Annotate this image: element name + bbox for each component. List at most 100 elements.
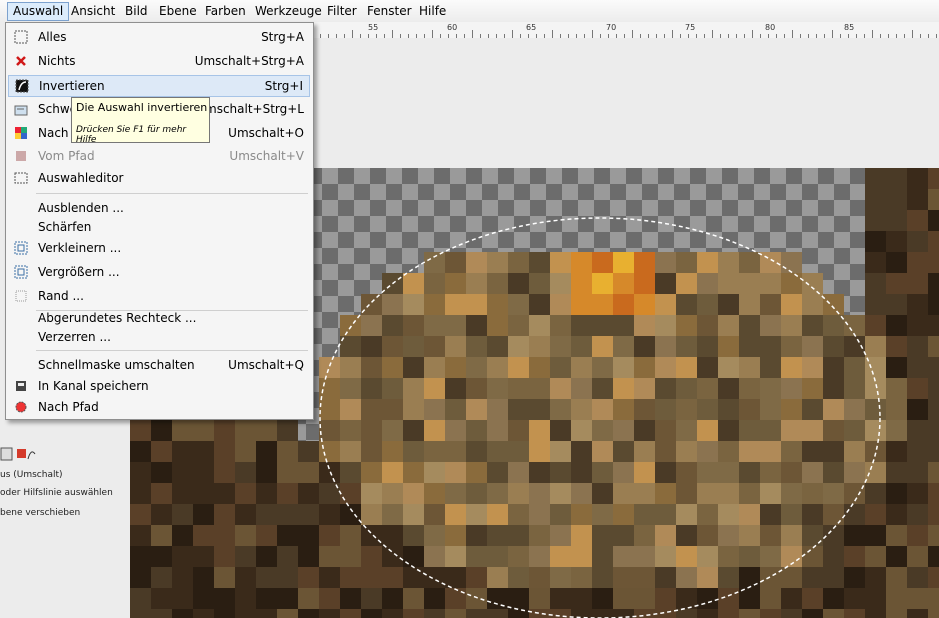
image-pixel (256, 609, 277, 618)
menu-item-schnellmaske[interactable]: Schnellmaske umschalten Umschalt+Q (8, 355, 310, 375)
image-pixel (676, 546, 697, 567)
menu-bar: Auswahl Ansicht Bild Ebene Farben Werkze… (0, 0, 939, 23)
image-pixel (235, 588, 256, 609)
image-pixel (172, 546, 193, 567)
image-pixel (508, 294, 529, 315)
image-pixel (445, 273, 466, 294)
image-pixel (361, 441, 382, 462)
image-pixel (466, 609, 487, 618)
image-pixel (361, 399, 382, 420)
image-pixel (445, 399, 466, 420)
image-pixel (676, 462, 697, 483)
image-pixel (865, 567, 886, 588)
horizontal-ruler[interactable]: 55 60 65 70 75 80 85 (312, 22, 939, 39)
image-pixel (172, 609, 193, 618)
menu-item-nichts[interactable]: Nichts Umschalt+Strg+A (8, 51, 310, 71)
image-pixel (403, 420, 424, 441)
image-pixel (886, 273, 907, 294)
menu-item-alles[interactable]: Alles Strg+A (8, 27, 310, 47)
image-pixel (781, 420, 802, 441)
image-pixel (319, 357, 340, 378)
image-pixel (424, 399, 445, 420)
menu-item-rand[interactable]: Rand ... (8, 286, 310, 306)
image-pixel (907, 210, 928, 231)
image-pixel (193, 483, 214, 504)
image-pixel (424, 588, 445, 609)
image-pixel (676, 420, 697, 441)
image-pixel (298, 441, 319, 462)
image-pixel (823, 483, 844, 504)
image-pixel (487, 273, 508, 294)
image-pixel (613, 378, 634, 399)
image-pixel (487, 525, 508, 546)
menu-bild[interactable]: Bild (120, 3, 153, 20)
save-channel-icon (16, 381, 26, 391)
image-pixel (928, 504, 939, 525)
shrink-icon (14, 241, 28, 255)
image-pixel (298, 588, 319, 609)
menu-fenster[interactable]: Fenster (362, 3, 417, 20)
image-pixel (529, 420, 550, 441)
image-pixel (760, 504, 781, 525)
image-pixel (655, 504, 676, 525)
image-pixel (718, 441, 739, 462)
image-pixel (865, 315, 886, 336)
image-pixel (445, 315, 466, 336)
image-pixel (697, 441, 718, 462)
image-pixel (823, 609, 844, 618)
image-pixel (508, 399, 529, 420)
image-pixel (382, 294, 403, 315)
menu-werkzeuge[interactable]: Werkzeuge (250, 3, 327, 20)
menu-item-abgerundetes-rechteck[interactable]: Abgerundetes Rechteck ... (8, 308, 310, 328)
image-pixel (571, 315, 592, 336)
image-pixel (802, 483, 823, 504)
menu-item-auswahleditor[interactable]: Auswahleditor (8, 168, 310, 188)
menu-farben[interactable]: Farben (200, 3, 251, 20)
ruler-tick (392, 30, 393, 38)
menu-item-in-kanal-speichern[interactable]: In Kanal speichern (8, 376, 310, 396)
image-pixel (193, 567, 214, 588)
menu-auswahl[interactable]: Auswahl (7, 2, 70, 21)
image-pixel (928, 357, 939, 378)
menu-item-vergroessern[interactable]: Vergrößern ... (8, 262, 310, 282)
image-pixel (571, 273, 592, 294)
image-pixel (592, 378, 613, 399)
menu-item-nach-pfad[interactable]: Nach Pfad (8, 397, 310, 417)
image-pixel (613, 420, 634, 441)
image-pixel (844, 483, 865, 504)
image-pixel (802, 357, 823, 378)
image-pixel (907, 357, 928, 378)
image-pixel (928, 546, 939, 567)
image-pixel (613, 252, 634, 273)
image-pixel (844, 378, 865, 399)
menu-filter[interactable]: Filter (322, 3, 362, 20)
menu-item-shortcut: Umschalt+Strg+L (196, 102, 304, 116)
menu-ansicht[interactable]: Ansicht (66, 3, 120, 20)
image-pixel (802, 273, 823, 294)
ruler-label: 75 (685, 23, 696, 32)
image-pixel (319, 609, 340, 618)
menu-item-verkleinern[interactable]: Verkleinern ... (8, 238, 310, 258)
ruler-tick (872, 30, 873, 38)
image-pixel (466, 588, 487, 609)
menu-item-verzerren[interactable]: Verzerren ... (8, 327, 310, 347)
menu-hilfe[interactable]: Hilfe (414, 3, 451, 20)
image-pixel (739, 567, 760, 588)
image-pixel (781, 462, 802, 483)
menu-item-ausblenden[interactable]: Ausblenden ... (8, 198, 310, 218)
image-pixel (172, 504, 193, 525)
image-pixel (193, 504, 214, 525)
image-pixel (928, 609, 939, 618)
auswahl-dropdown-menu: Alles Strg+A Nichts Umschalt+Strg+A Inve… (5, 22, 314, 420)
image-pixel (361, 546, 382, 567)
image-pixel (886, 357, 907, 378)
image-pixel (193, 462, 214, 483)
image-pixel (130, 483, 151, 504)
menu-item-invertieren[interactable]: Invertieren Strg+I (8, 75, 310, 97)
menu-ebene[interactable]: Ebene (154, 3, 202, 20)
image-pixel (235, 420, 256, 441)
menu-item-schaerfen[interactable]: Schärfen (8, 217, 310, 237)
menu-item-vom-pfad[interactable]: Vom Pfad Umschalt+V (8, 146, 310, 166)
tool-mode-icons[interactable] (0, 446, 36, 462)
image-pixel (802, 567, 823, 588)
